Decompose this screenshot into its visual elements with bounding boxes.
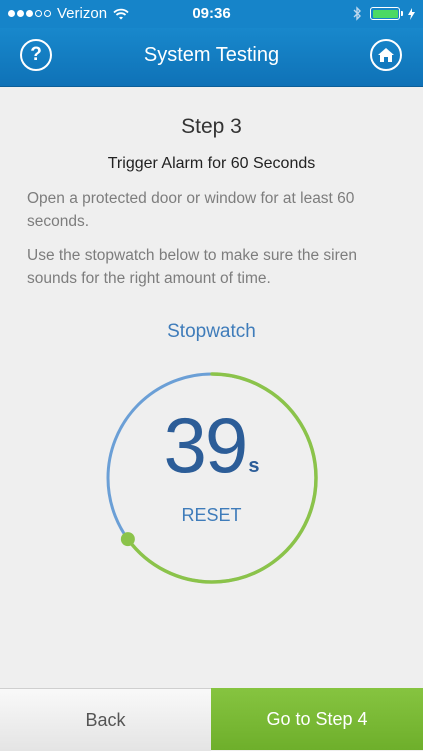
stopwatch-seconds: 39 bbox=[163, 401, 249, 489]
stopwatch-unit: s bbox=[248, 455, 260, 477]
next-step-button[interactable]: Go to Step 4 bbox=[211, 688, 423, 750]
reset-button[interactable]: RESET bbox=[0, 505, 423, 526]
back-button-label: Back bbox=[85, 709, 126, 730]
step-subtitle: Trigger Alarm for 60 Seconds bbox=[107, 155, 316, 172]
stopwatch-label: Stopwatch bbox=[167, 321, 256, 342]
stopwatch-readout: 39 s bbox=[0, 405, 423, 485]
bottom-bar: Back Go to Step 4 bbox=[0, 688, 423, 751]
home-icon bbox=[378, 48, 394, 62]
back-button[interactable]: Back bbox=[0, 688, 211, 751]
battery-fill bbox=[372, 9, 398, 18]
instruction-paragraph: Open a protected door or window for at l… bbox=[27, 190, 355, 230]
instruction-paragraph: Use the stopwatch below to make sure the… bbox=[27, 247, 357, 287]
step-title: Step 3 bbox=[181, 115, 242, 138]
status-right bbox=[353, 6, 415, 21]
battery-icon bbox=[370, 7, 403, 20]
status-bar: Verizon 09:36 bbox=[0, 0, 423, 28]
navigation-bar: ? System Testing bbox=[0, 28, 423, 87]
next-step-button-label: Go to Step 4 bbox=[266, 708, 368, 729]
page-title: System Testing bbox=[143, 44, 280, 66]
charging-bolt-icon bbox=[408, 7, 415, 20]
home-button[interactable] bbox=[370, 39, 402, 71]
bluetooth-icon bbox=[353, 6, 361, 21]
stopwatch-progress-knob bbox=[120, 532, 135, 547]
